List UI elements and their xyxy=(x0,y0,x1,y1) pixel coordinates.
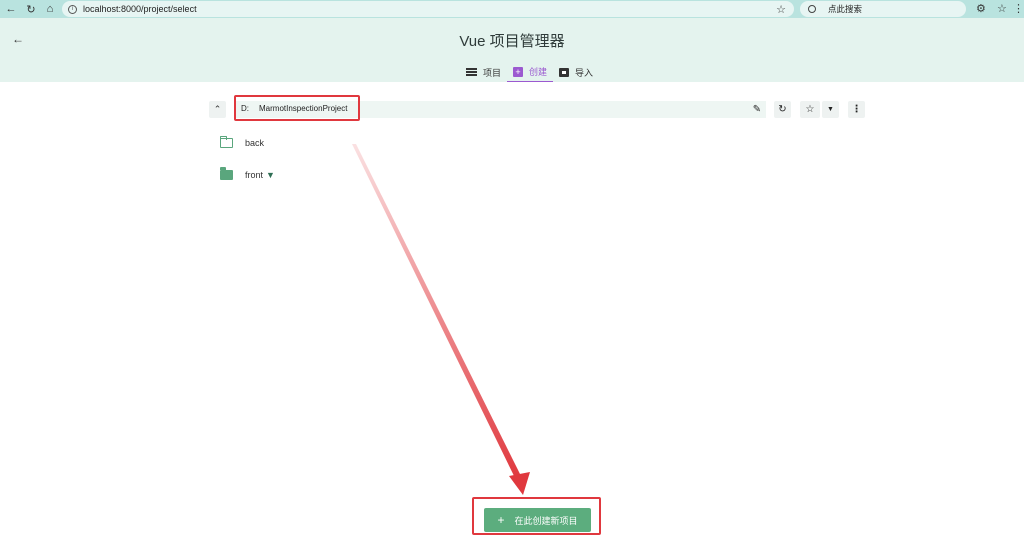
info-icon[interactable]: i xyxy=(68,4,77,14)
favorites-icon[interactable]: ☆ xyxy=(997,2,1007,15)
tab-bar: 项目 + 创建 导入 xyxy=(460,62,599,82)
parent-folder-button[interactable]: ⌃ xyxy=(209,101,226,118)
import-icon xyxy=(559,67,570,77)
folder-filled-icon xyxy=(220,167,233,180)
folder-name: back xyxy=(245,138,265,148)
app-header: ← Vue 项目管理器 项目 + 创建 导入 xyxy=(0,18,1024,82)
list-icon xyxy=(466,68,477,76)
extensions-icon[interactable]: ⚙ xyxy=(976,2,986,15)
bookmark-star-icon[interactable]: ☆ xyxy=(776,3,786,16)
tab-import[interactable]: 导入 xyxy=(553,62,599,82)
home-icon[interactable]: ⌂ xyxy=(43,2,57,16)
mouse-cursor-icon: ▼ xyxy=(266,170,275,180)
favorites-dropdown-icon[interactable]: ▼ xyxy=(822,101,839,118)
address-bar[interactable]: i localhost:8000/project/select ☆ xyxy=(62,1,794,17)
search-placeholder: 点此搜索 xyxy=(828,4,863,14)
tab-projects[interactable]: 项目 xyxy=(460,62,507,82)
page-title: Vue 项目管理器 xyxy=(459,33,565,50)
annotation-box-path xyxy=(234,95,360,121)
plus-icon: + xyxy=(497,513,505,527)
tab-create[interactable]: + 创建 xyxy=(507,62,554,82)
folder-outline-icon xyxy=(219,135,233,148)
browser-search-box[interactable]: 点此搜索 xyxy=(800,1,966,17)
create-button-label: 在此创建新项目 xyxy=(514,515,578,526)
reload-icon[interactable]: ↻ xyxy=(24,2,38,16)
url-text: localhost:8000/project/select xyxy=(83,4,197,14)
create-project-here-button[interactable]: + 在此创建新项目 xyxy=(484,508,591,532)
folder-item-back[interactable]: back xyxy=(219,133,265,153)
tab-label: 导入 xyxy=(575,67,594,78)
folder-item-front[interactable]: front ▼ xyxy=(220,165,275,185)
browser-toolbar: ← ↻ ⌂ i localhost:8000/project/select ☆ … xyxy=(0,0,1024,18)
refresh-icon[interactable]: ↻ xyxy=(774,101,791,118)
tab-label: 项目 xyxy=(483,67,502,78)
more-options-icon[interactable]: ⋮ xyxy=(848,101,865,118)
folder-name: front xyxy=(245,170,264,180)
back-icon[interactable]: ← xyxy=(4,2,18,16)
search-icon xyxy=(808,5,816,13)
add-box-icon: + xyxy=(513,66,524,77)
tab-label: 创建 xyxy=(529,67,548,77)
favorite-star-icon[interactable]: ☆ xyxy=(800,101,820,118)
menu-icon[interactable]: ⋮ xyxy=(1013,2,1024,15)
edit-path-icon[interactable]: ✎ xyxy=(750,101,764,118)
